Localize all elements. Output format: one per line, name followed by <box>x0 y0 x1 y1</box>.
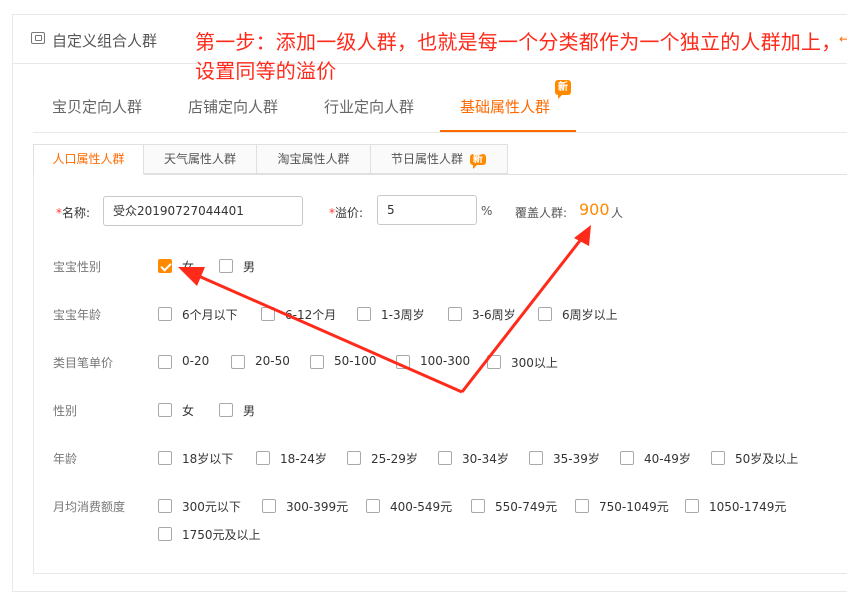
checkbox[interactable] <box>158 259 172 273</box>
crowd-icon <box>31 32 45 44</box>
tab-basic-attribute-crowd[interactable]: 基础属性人群 <box>460 96 550 117</box>
tab-item-crowd[interactable]: 宝贝定向人群 <box>52 96 142 117</box>
tab-shop-crowd[interactable]: 店铺定向人群 <box>188 96 278 117</box>
option-label: 6周岁以上 <box>562 308 618 322</box>
option-label: 750-1049元 <box>599 500 669 514</box>
name-field[interactable]: 受众20190727044401 <box>103 196 303 226</box>
subtab-demographic[interactable]: 人口属性人群 <box>33 144 144 175</box>
main-tabs: 宝贝定向人群 店铺定向人群 行业定向人群 基础属性人群 新 <box>33 80 847 133</box>
checkbox[interactable] <box>448 307 462 321</box>
page-title: 自定义组合人群 <box>52 32 158 50</box>
cover-unit: 人 <box>611 206 624 220</box>
subtab-taobao[interactable]: 淘宝属性人群 <box>257 144 371 174</box>
subtab-weather[interactable]: 天气属性人群 <box>144 144 257 174</box>
checkbox[interactable] <box>529 451 543 465</box>
name-label: *名称: <box>56 206 91 220</box>
premium-field[interactable]: 5 <box>377 195 477 225</box>
checkbox[interactable] <box>685 499 699 513</box>
premium-unit: % <box>481 204 493 218</box>
active-tab-indicator <box>440 130 576 132</box>
row-label-baby-gender: 宝宝性别 <box>53 260 102 274</box>
option-label: 6个月以下 <box>182 308 238 322</box>
checkbox[interactable] <box>231 355 245 369</box>
checkbox[interactable] <box>262 499 276 513</box>
option-label: 20-50 <box>255 354 290 368</box>
checkbox[interactable] <box>357 307 371 321</box>
option-label: 男 <box>243 260 256 274</box>
checkbox[interactable] <box>158 403 172 417</box>
checkbox[interactable] <box>620 451 634 465</box>
option-label: 100-300 <box>420 354 471 368</box>
sub-tabs: 人口属性人群 天气属性人群 淘宝属性人群 节日属性人群 新 <box>33 144 847 175</box>
subtab-holiday-label: 节日属性人群 <box>391 152 464 166</box>
new-badge: 新 <box>555 80 571 99</box>
option-label: 40-49岁 <box>644 452 691 466</box>
option-label: 0-20 <box>182 354 210 368</box>
cover-count: 900 <box>579 200 610 219</box>
checkbox[interactable] <box>438 451 452 465</box>
option-label: 550-749元 <box>495 500 558 514</box>
option-label: 1-3周岁 <box>381 308 425 322</box>
checkbox[interactable] <box>219 259 233 273</box>
option-label: 18-24岁 <box>280 452 327 466</box>
row-label-monthly-spend: 月均消费额度 <box>53 500 126 514</box>
option-label: 1750元及以上 <box>182 528 261 542</box>
option-label: 3-6周岁 <box>472 308 516 322</box>
checkbox[interactable] <box>256 451 270 465</box>
option-label: 30-34岁 <box>462 452 509 466</box>
checkbox[interactable] <box>158 499 172 513</box>
annotation-text: 第一步：添加一级人群，也就是每一个分类都作为一个独立的人群加上，设置同等的溢价 <box>195 30 842 83</box>
tab-industry-crowd[interactable]: 行业定向人群 <box>324 96 414 117</box>
checkbox[interactable] <box>310 355 324 369</box>
option-label: 男 <box>243 404 256 418</box>
checkbox[interactable] <box>219 403 233 417</box>
checkbox[interactable] <box>471 499 485 513</box>
checkbox[interactable] <box>575 499 589 513</box>
checkbox[interactable] <box>366 499 380 513</box>
checkbox[interactable] <box>261 307 275 321</box>
option-label: 300以上 <box>511 356 558 370</box>
option-label: 18岁以下 <box>182 452 234 466</box>
row-label-category-price: 类目笔单价 <box>53 356 114 370</box>
new-badge: 新 <box>469 154 486 165</box>
option-label: 400-549元 <box>390 500 453 514</box>
option-label: 女 <box>182 404 195 418</box>
row-label-baby-age: 宝宝年龄 <box>53 308 102 322</box>
subtab-holiday[interactable]: 节日属性人群 新 <box>371 144 508 174</box>
checkbox[interactable] <box>396 355 410 369</box>
row-label-gender: 性别 <box>53 404 78 418</box>
option-label: 35-39岁 <box>553 452 600 466</box>
premium-label: *溢价: <box>329 206 364 220</box>
checkbox[interactable] <box>538 307 552 321</box>
checkbox[interactable] <box>487 355 501 369</box>
option-label: 300-399元 <box>286 500 349 514</box>
option-label: 50岁及以上 <box>735 452 799 466</box>
checkbox[interactable] <box>158 307 172 321</box>
checkbox[interactable] <box>158 451 172 465</box>
checkbox[interactable] <box>158 527 172 541</box>
option-label: 50-100 <box>334 354 377 368</box>
option-label: 6-12个月 <box>285 308 337 322</box>
cover-label: 覆盖人群: <box>515 206 568 220</box>
checkbox[interactable] <box>347 451 361 465</box>
option-label: 25-29岁 <box>371 452 418 466</box>
option-label: 女 <box>182 260 195 274</box>
checkbox[interactable] <box>158 355 172 369</box>
option-label: 300元以下 <box>182 500 241 514</box>
checkbox[interactable] <box>711 451 725 465</box>
row-label-age: 年龄 <box>53 452 78 466</box>
option-label: 1050-1749元 <box>709 500 787 514</box>
